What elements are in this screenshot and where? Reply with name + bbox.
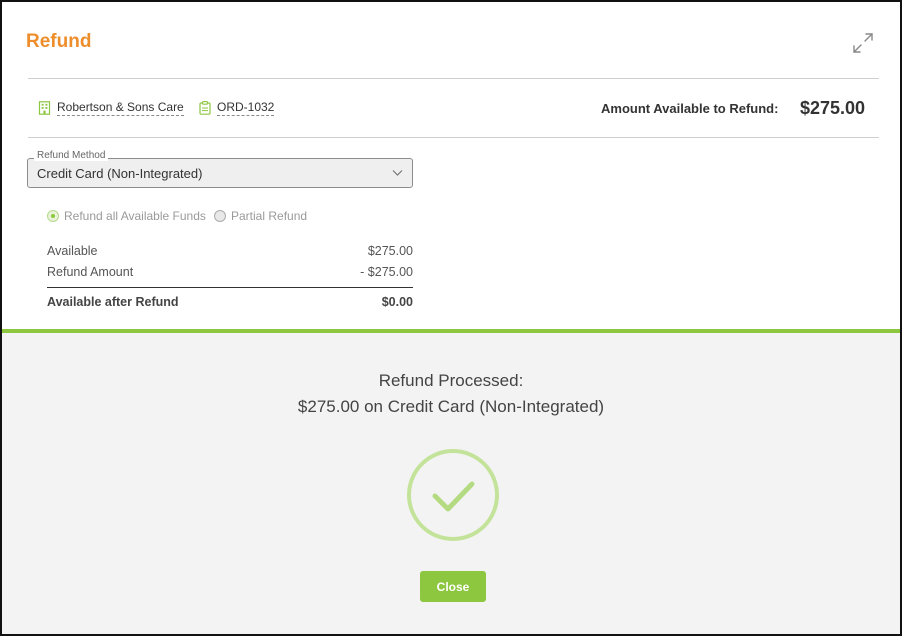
- summary-row-label: Available: [47, 244, 98, 258]
- dialog-title: Refund: [26, 31, 92, 52]
- section-divider: [28, 137, 879, 138]
- clipboard-icon: [199, 101, 211, 115]
- check-circle-icon: [407, 449, 499, 541]
- summary-row-total: Available after Refund $0.00: [47, 295, 413, 309]
- header-divider: [28, 78, 879, 79]
- refund-method-value: Credit Card (Non-Integrated): [37, 166, 203, 181]
- result-title: Refund Processed:: [378, 371, 524, 390]
- refund-dialog: Refund Robertson & Sons Care ORD-1032 Am…: [0, 0, 902, 636]
- summary-total-value: $0.00: [381, 295, 413, 309]
- radio-partial-refund[interactable]: Partial Refund: [214, 209, 307, 223]
- radio-refund-all[interactable]: Refund all Available Funds: [47, 209, 206, 223]
- chevron-down-icon: [392, 170, 403, 176]
- radio-refund-all-indicator[interactable]: [47, 210, 59, 222]
- close-button[interactable]: Close: [420, 571, 486, 602]
- amount-available-label: Amount Available to Refund:: [601, 101, 779, 116]
- summary-row-label: Refund Amount: [47, 265, 134, 279]
- radio-partial-refund-indicator[interactable]: [214, 210, 226, 222]
- customer-link[interactable]: Robertson & Sons Care: [38, 100, 184, 116]
- customer-name: Robertson & Sons Care: [57, 100, 184, 116]
- refund-method-label: Refund Method: [34, 150, 109, 161]
- amount-available-value: $275.00: [800, 98, 866, 118]
- refund-method-select[interactable]: Credit Card (Non-Integrated): [27, 158, 413, 188]
- expand-icon: [853, 33, 873, 53]
- radio-partial-refund-label: Partial Refund: [231, 209, 308, 223]
- summary-row-available: Available $275.00: [47, 244, 413, 258]
- summary-row-value: $275.00: [367, 244, 413, 258]
- summary-divider: [47, 287, 413, 288]
- summary-row-refund-amount: Refund Amount - $275.00: [47, 265, 413, 279]
- building-icon: [38, 101, 51, 115]
- result-panel: Refund Processed: $275.00 on Credit Card…: [2, 333, 900, 634]
- summary-row-value: - $275.00: [360, 265, 413, 279]
- radio-refund-all-label: Refund all Available Funds: [64, 209, 206, 223]
- expand-button[interactable]: [850, 30, 876, 56]
- result-detail: $275.00 on Credit Card (Non-Integrated): [297, 397, 605, 416]
- summary-total-label: Available after Refund: [47, 295, 179, 309]
- order-link[interactable]: ORD-1032: [199, 100, 275, 116]
- order-number: ORD-1032: [217, 100, 275, 116]
